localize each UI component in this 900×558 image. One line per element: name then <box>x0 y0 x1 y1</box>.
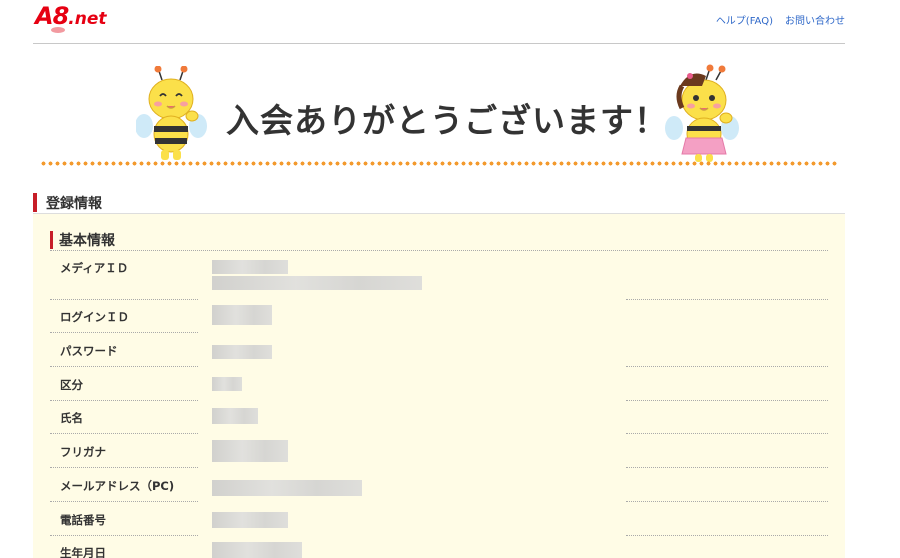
row-divider <box>50 467 198 468</box>
row-label: 氏名 <box>60 411 83 425</box>
row-label: 区分 <box>60 378 83 392</box>
row-label: 電話番号 <box>60 513 106 527</box>
subsection-title: 基本情報 <box>59 233 115 249</box>
row-divider <box>626 501 828 502</box>
logo-suffix: .net <box>68 9 107 29</box>
welcome-title: 入会ありがとうございます！ <box>226 101 668 140</box>
row-divider <box>50 535 198 536</box>
welcome-banner: 入会ありがとうございます！ <box>40 62 838 170</box>
row-label: メールアドレス（PC) <box>60 479 175 493</box>
info-row-login-id: ログインＩＤ <box>50 305 828 333</box>
contact-link[interactable]: お問い合わせ <box>785 12 845 27</box>
redacted-value <box>212 408 258 424</box>
row-divider <box>626 299 828 300</box>
help-faq-link[interactable]: ヘルプ(FAQ) <box>716 12 773 27</box>
redacted-value <box>212 345 272 359</box>
row-divider <box>50 501 198 502</box>
info-row-category: 区分 <box>50 377 828 401</box>
row-label: 生年月日 <box>60 546 106 558</box>
redacted-value <box>212 440 288 462</box>
row-divider <box>626 535 828 536</box>
basic-info-panel: 基本情報 メディアＩＤ ログインＩＤ パスワード 区分 氏名 フリガナ メールア… <box>33 214 845 558</box>
registration-info-header: 登録情報 <box>33 192 845 214</box>
bee-girl-mascot-icon <box>665 64 739 162</box>
subsection-divider <box>50 250 828 251</box>
dotted-divider <box>40 161 838 166</box>
row-label: ログインＩＤ <box>60 310 129 324</box>
info-row-furigana: フリガナ <box>50 440 828 468</box>
redacted-value <box>212 542 302 558</box>
site-header: A8.net ヘルプ(FAQ) お問い合わせ <box>33 0 845 44</box>
row-label: メディアＩＤ <box>60 261 129 275</box>
header-links: ヘルプ(FAQ) お問い合わせ <box>716 12 845 27</box>
redacted-value <box>212 512 288 528</box>
section-accent-bar <box>33 193 37 212</box>
row-divider <box>626 400 828 401</box>
redacted-value <box>212 260 288 274</box>
info-row-birthday: 生年月日 <box>50 542 828 558</box>
info-row-email: メールアドレス（PC) <box>50 478 828 502</box>
bee-mascot-icon <box>136 66 207 160</box>
redacted-value <box>212 276 422 290</box>
info-row-phone: 電話番号 <box>50 512 828 536</box>
logo-text: A8 <box>35 2 69 30</box>
row-label: パスワード <box>60 344 118 358</box>
row-divider <box>626 366 828 367</box>
row-divider <box>50 433 198 434</box>
row-divider <box>50 400 198 401</box>
info-row-password: パスワード <box>50 343 828 367</box>
row-divider <box>626 467 828 468</box>
redacted-value <box>212 305 272 325</box>
redacted-value <box>212 480 362 496</box>
row-divider <box>50 366 198 367</box>
row-divider <box>626 433 828 434</box>
redacted-value <box>212 377 242 391</box>
info-row-name: 氏名 <box>50 408 828 434</box>
a8net-logo[interactable]: A8.net <box>35 4 107 31</box>
row-divider <box>50 299 198 300</box>
row-divider <box>50 332 198 333</box>
info-row-media-id: メディアＩＤ <box>50 260 828 300</box>
row-label: フリガナ <box>60 445 106 459</box>
logo-swoosh-icon <box>51 27 65 33</box>
section-title: 登録情報 <box>46 196 102 212</box>
subsection-accent-bar <box>50 231 53 249</box>
